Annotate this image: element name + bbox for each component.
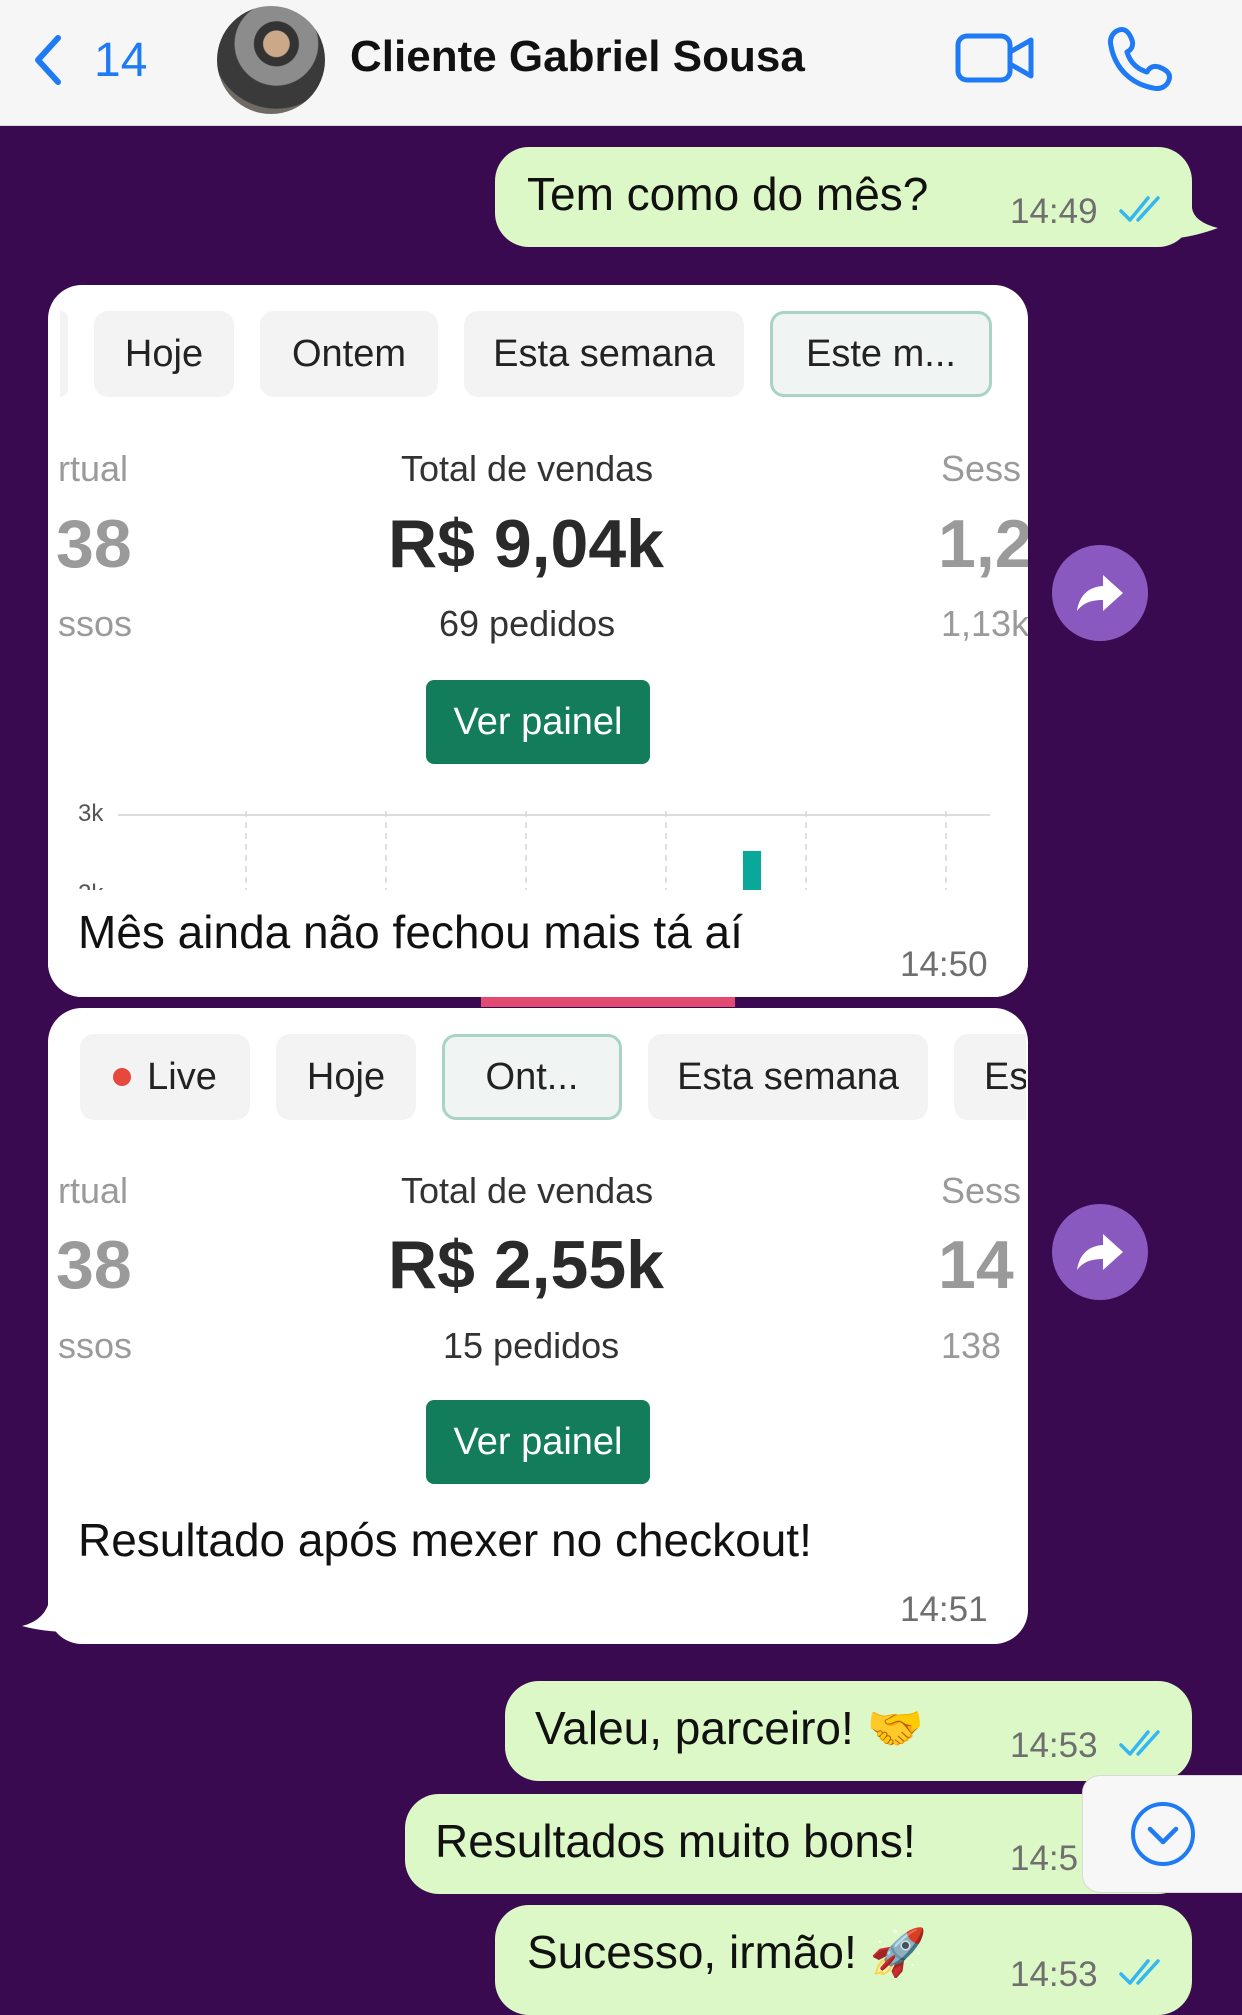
right-stat-label: Sess bbox=[941, 448, 1022, 489]
scroll-to-bottom-button[interactable] bbox=[1082, 1775, 1242, 1893]
view-dashboard-button[interactable]: Ver painel bbox=[426, 1400, 650, 1484]
double-check-icon bbox=[1119, 196, 1160, 222]
tab-this-month[interactable]: Es bbox=[954, 1034, 1026, 1120]
message-text: Resultados muito bons! bbox=[435, 1815, 916, 1867]
tab-live-label: Live bbox=[147, 1055, 217, 1098]
stat-sub: 15 pedidos bbox=[443, 1325, 620, 1366]
message-time: 14:53 bbox=[1010, 1726, 1098, 1765]
video-camera-icon[interactable] bbox=[955, 28, 1035, 88]
message-time: 14:49 bbox=[1010, 192, 1098, 231]
message-text: Tem como do mês? bbox=[527, 168, 929, 220]
view-dashboard-button[interactable]: Ver painel bbox=[426, 680, 650, 764]
tab-yesterday[interactable]: Ont... bbox=[442, 1034, 622, 1120]
tab-today[interactable]: Hoje bbox=[94, 311, 234, 397]
tab-this-month[interactable]: Este m... bbox=[770, 311, 992, 397]
message-time: 14:53 bbox=[1010, 1955, 1098, 1994]
message-caption: Mês ainda não fechou mais tá aí bbox=[78, 906, 743, 958]
message-incoming-card[interactable]: Live Hoje Ont... Esta semana Es rtual 38… bbox=[48, 1008, 1028, 1644]
forward-button[interactable] bbox=[1052, 545, 1148, 641]
axis-label-3k: 3k bbox=[78, 800, 104, 827]
divider-strip bbox=[481, 997, 735, 1007]
message-outgoing[interactable]: Valeu, parceiro! 🤝 14:53 bbox=[505, 1681, 1192, 1781]
message-text: Valeu, parceiro! 🤝 bbox=[535, 1702, 924, 1754]
message-time: 14:51 bbox=[900, 1590, 988, 1629]
tab-yesterday[interactable]: Ontem bbox=[260, 311, 438, 397]
bubble-tail bbox=[22, 1598, 70, 1632]
left-stat-label: rtual bbox=[58, 448, 129, 489]
message-incoming-card[interactable]: Hoje Ontem Esta semana Este m... rtual 3… bbox=[48, 285, 1028, 997]
message-time: 14:50 bbox=[900, 945, 988, 984]
back-button[interactable]: 14 bbox=[30, 28, 147, 92]
right-stat-sub: 1,13k bbox=[941, 603, 1028, 644]
double-check-icon bbox=[1119, 1959, 1160, 1985]
left-stat-label: rtual bbox=[58, 1170, 129, 1211]
double-check-icon bbox=[1119, 1730, 1160, 1756]
forward-arrow-icon bbox=[1077, 1234, 1123, 1270]
stat-value: R$ 2,55k bbox=[388, 1227, 664, 1303]
left-stat-sub: ssos bbox=[58, 603, 133, 644]
contact-name[interactable]: Cliente Gabriel Sousa bbox=[350, 32, 805, 82]
date-range-tabs: Live Hoje Ont... Esta semana Es bbox=[60, 1022, 1026, 1124]
stat-sub: 69 pedidos bbox=[439, 603, 616, 644]
left-stat-value: 38 bbox=[56, 506, 132, 582]
right-stat-sub: 138 bbox=[941, 1325, 1002, 1366]
message-outgoing[interactable]: Tem como do mês? 14:49 bbox=[495, 147, 1192, 247]
bubble-tail bbox=[1178, 208, 1218, 238]
unread-count: 14 bbox=[94, 33, 148, 87]
tab-partial bbox=[60, 311, 68, 397]
message-text: Sucesso, irmão! 🚀 bbox=[527, 1926, 927, 1978]
chevron-down-icon bbox=[1131, 1802, 1195, 1866]
date-range-tabs: Hoje Ontem Esta semana Este m... bbox=[60, 299, 1026, 401]
left-stat-sub: ssos bbox=[58, 1325, 133, 1366]
tab-live[interactable]: Live bbox=[80, 1034, 250, 1120]
tab-today[interactable]: Hoje bbox=[276, 1034, 416, 1120]
forward-arrow-icon bbox=[1077, 575, 1123, 611]
stat-value: R$ 9,04k bbox=[388, 506, 664, 582]
stat-label: Total de vendas bbox=[401, 448, 654, 489]
right-stat-label: Sess bbox=[941, 1170, 1022, 1211]
right-stat-value: 1,2 bbox=[938, 506, 1028, 582]
message-outgoing[interactable]: Resultados muito bons! 14:5 bbox=[405, 1794, 1192, 1894]
forward-button[interactable] bbox=[1052, 1204, 1148, 1300]
tab-this-week[interactable]: Esta semana bbox=[648, 1034, 928, 1120]
chat-header: 14 Cliente Gabriel Sousa bbox=[0, 0, 1242, 126]
avatar[interactable] bbox=[217, 6, 325, 114]
tab-this-week[interactable]: Esta semana bbox=[464, 311, 744, 397]
chevron-left-icon bbox=[35, 35, 61, 85]
message-time: 14:5 bbox=[1010, 1839, 1079, 1878]
phone-icon[interactable] bbox=[1105, 24, 1175, 94]
stat-label: Total de vendas bbox=[401, 1170, 654, 1211]
message-caption: Resultado após mexer no checkout! bbox=[78, 1514, 812, 1566]
right-stat-value: 14 bbox=[938, 1227, 1014, 1303]
live-dot-icon bbox=[113, 1068, 132, 1086]
left-stat-value: 38 bbox=[56, 1227, 132, 1303]
